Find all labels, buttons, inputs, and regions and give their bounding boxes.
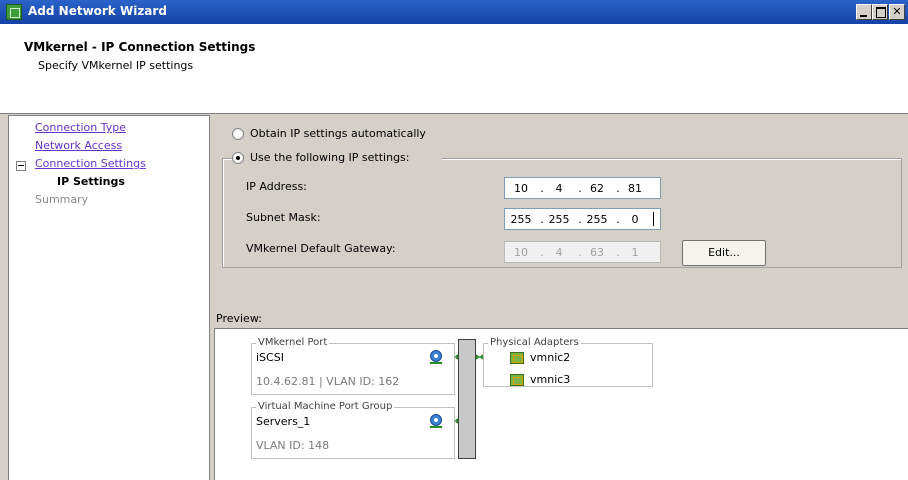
mask-octet-1: 255 <box>510 213 532 226</box>
gw-octet-1: 10 <box>514 246 528 259</box>
nav-item-network-access[interactable]: Network Access <box>35 139 122 152</box>
ip-address-input[interactable]: 10 . 4 . 62 . 81 <box>504 177 661 199</box>
window-title: Add Network Wizard <box>28 4 167 18</box>
mask-octet-3: 255 <box>586 213 608 226</box>
vmkernel-port-caption: VMkernel Port <box>256 337 330 348</box>
collapse-icon[interactable] <box>16 161 26 171</box>
edit-gateway-button[interactable]: Edit... <box>682 240 766 266</box>
physical-adapters-group: Physical Adapters vmnic2 vmnic3 <box>483 337 653 387</box>
nav-item-connection-type[interactable]: Connection Type <box>35 121 126 134</box>
minimize-button[interactable] <box>856 4 872 20</box>
vm-port-group[interactable]: Virtual Machine Port Group Servers_1 VLA… <box>251 401 455 459</box>
maximize-button[interactable] <box>872 4 888 20</box>
use-following-label: Use the following IP settings: <box>250 151 410 164</box>
nav-item-connection-settings[interactable]: Connection Settings <box>35 157 146 170</box>
gw-octet-4: 1 <box>631 246 639 259</box>
window-titlebar: Add Network Wizard ✕ <box>0 0 908 24</box>
nav-item-ip-settings: IP Settings <box>57 175 125 188</box>
close-button[interactable]: ✕ <box>889 4 905 20</box>
network-card-icon <box>510 352 524 364</box>
app-icon <box>6 4 22 20</box>
ip-octet-2: 4 <box>555 182 563 195</box>
vm-port-group-name: Servers_1 <box>256 415 311 428</box>
obtain-auto-radio[interactable] <box>232 128 244 140</box>
vm-port-group-detail: VLAN ID: 148 <box>256 439 330 452</box>
vmkernel-port-group[interactable]: VMkernel Port iSCSI 10.4.62.81 | VLAN ID… <box>251 337 455 395</box>
use-following-radio[interactable] <box>232 152 244 164</box>
gw-octet-2: 4 <box>555 246 563 259</box>
subnet-mask-label: Subnet Mask: <box>246 211 321 224</box>
physical-adapters-caption: Physical Adapters <box>488 337 581 348</box>
nav-item-summary: Summary <box>35 193 89 206</box>
wizard-header: VMkernel - IP Connection Settings Specif… <box>0 24 908 114</box>
vmkernel-port-detail: 10.4.62.81 | VLAN ID: 162 <box>256 375 400 388</box>
virtual-switch[interactable] <box>458 339 476 459</box>
mask-octet-2: 255 <box>548 213 570 226</box>
adapter-label: vmnic2 <box>530 351 571 364</box>
use-following-option[interactable]: Use the following IP settings: <box>232 151 442 166</box>
vmkernel-port-name: iSCSI <box>256 351 284 364</box>
ip-address-label: IP Address: <box>246 180 307 193</box>
vm-port-group-caption: Virtual Machine Port Group <box>256 401 395 412</box>
ip-octet-1: 10 <box>514 182 528 195</box>
ip-settings-panel: Obtain IP settings automatically Use the… <box>212 115 908 480</box>
vm-port-group-icon <box>430 414 442 428</box>
gw-octet-3: 63 <box>590 246 604 259</box>
network-card-icon <box>510 374 524 386</box>
adapter-label: vmnic3 <box>530 373 571 386</box>
obtain-auto-label: Obtain IP settings automatically <box>250 127 426 140</box>
vmkernel-port-icon <box>430 350 442 364</box>
gateway-input: 10 . 4 . 63 . 1 <box>504 241 661 263</box>
page-title: VMkernel - IP Connection Settings <box>24 40 256 54</box>
ip-octet-4: 81 <box>628 182 642 195</box>
wizard-steps-nav: Connection Type Network Access Connectio… <box>8 115 210 480</box>
page-subtitle: Specify VMkernel IP settings <box>38 59 194 72</box>
ip-octet-3: 62 <box>590 182 604 195</box>
network-preview: VMkernel Port iSCSI 10.4.62.81 | VLAN ID… <box>214 328 908 480</box>
gateway-label: VMkernel Default Gateway: <box>246 242 396 255</box>
text-caret <box>653 212 654 226</box>
preview-label: Preview: <box>216 312 262 325</box>
subnet-mask-input[interactable]: 255 . 255 . 255 . 0 <box>504 208 661 230</box>
mask-octet-4: 0 <box>631 213 639 226</box>
